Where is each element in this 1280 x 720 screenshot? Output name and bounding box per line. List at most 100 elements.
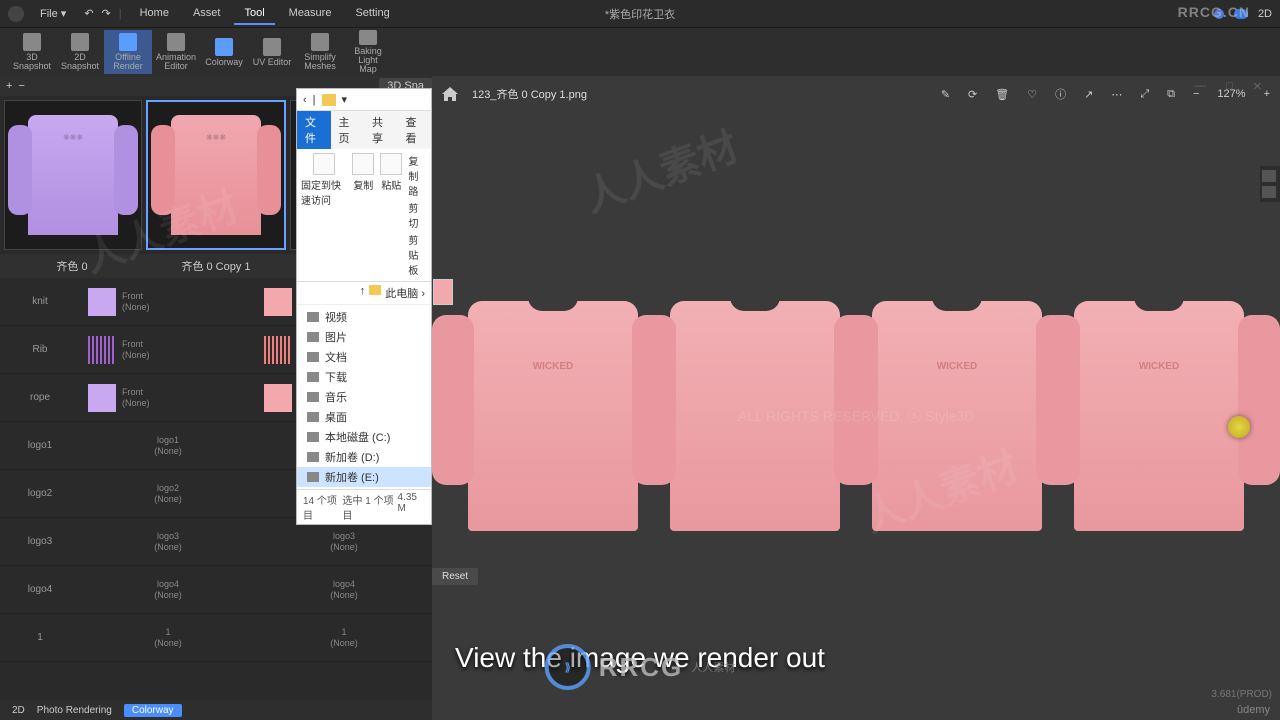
ribbon-tab[interactable]: 查看: [398, 111, 432, 149]
row-label: logo3: [0, 518, 80, 565]
window-control[interactable]: ✕: [1253, 80, 1262, 93]
color-swatch[interactable]: [88, 336, 116, 364]
colorway-thumb[interactable]: ❋❋❋: [4, 100, 142, 250]
material-row-1[interactable]: 11(None)1(None): [0, 614, 432, 662]
mode-2d-label[interactable]: 2D: [1258, 8, 1272, 20]
color-swatch[interactable]: [264, 336, 292, 364]
center-logo: ⟫ RRCG 人人素材: [545, 644, 736, 690]
window-control[interactable]: □: [1226, 80, 1233, 93]
drive-item[interactable]: 下载: [297, 367, 431, 387]
home-icon[interactable]: [442, 87, 458, 101]
breadcrumb-path[interactable]: 此电脑 ›: [385, 285, 425, 301]
material-row-logo4[interactable]: logo4logo4(None)logo4(None): [0, 566, 432, 614]
colorway-tab[interactable]: Colorway: [124, 704, 182, 717]
row-cell[interactable]: logo1(None): [80, 422, 256, 469]
tool-offline-render[interactable]: Offline Render: [104, 30, 152, 74]
list-icon[interactable]: [1262, 186, 1276, 198]
row-cell[interactable]: Front(None): [80, 326, 256, 373]
viewer-action-icon[interactable]: ⧉: [1167, 88, 1175, 101]
drive-icon: [307, 432, 319, 442]
menu-setting[interactable]: Setting: [345, 3, 399, 25]
grid-icon[interactable]: [1262, 170, 1276, 182]
copy-path[interactable]: 复制路: [408, 153, 427, 198]
back-icon[interactable]: ‹: [303, 94, 307, 106]
file-preview-icon: [433, 279, 453, 305]
menu-tool[interactable]: Tool: [234, 3, 274, 25]
tool-animation-editor[interactable]: Animation Editor: [152, 30, 200, 74]
undo-icon[interactable]: ↶: [84, 7, 93, 20]
paste-button[interactable]: 粘贴: [380, 153, 402, 192]
cursor-highlight-icon: [1228, 416, 1250, 438]
ribbon-tab[interactable]: 文件: [297, 111, 331, 149]
tool-uv-editor[interactable]: UV Editor: [248, 30, 296, 74]
menu-asset[interactable]: Asset: [183, 3, 231, 25]
dropdown-icon[interactable]: ▾: [342, 93, 348, 106]
tool-baking-light-map[interactable]: Baking Light Map: [344, 30, 392, 74]
viewer-action-icon[interactable]: ↗: [1084, 88, 1093, 101]
drive-item[interactable]: 音乐: [297, 387, 431, 407]
viewer-action-icon[interactable]: ⤢: [1140, 88, 1149, 101]
ribbon: 固定到快 速访问 复制 粘贴 复制路 剪切 剪贴板: [297, 149, 431, 282]
up-icon[interactable]: ↑: [360, 285, 366, 301]
right-toggle[interactable]: [1260, 166, 1280, 202]
row-cell[interactable]: logo4(None): [256, 566, 432, 613]
photo-rendering-tab[interactable]: Photo Rendering: [37, 705, 112, 716]
drive-item[interactable]: 图片: [297, 327, 431, 347]
mode-2d[interactable]: 2D: [12, 705, 25, 716]
colorway-name[interactable]: 齐色 0: [0, 254, 144, 278]
ribbon-tab[interactable]: 共享: [364, 111, 398, 149]
window-control[interactable]: —: [1195, 80, 1206, 93]
breadcrumb[interactable]: ↑ 此电脑 ›: [297, 282, 431, 305]
ribbon-tab[interactable]: 主页: [331, 111, 365, 149]
row-cell[interactable]: Front(None): [80, 278, 256, 325]
color-swatch[interactable]: [264, 384, 292, 412]
color-swatch[interactable]: [88, 288, 116, 316]
viewer-action-icon[interactable]: 🗑: [995, 88, 1009, 101]
drive-item[interactable]: 文档: [297, 347, 431, 367]
row-cell[interactable]: logo4(None): [80, 566, 256, 613]
add-colorway-button[interactable]: +: [6, 80, 12, 92]
drive-list: 视频图片文档下载音乐桌面本地磁盘 (C:)新加卷 (D:)新加卷 (E:): [297, 305, 431, 489]
viewer-action-icon[interactable]: ♡: [1027, 88, 1037, 101]
viewer-action-icon[interactable]: ⟳: [968, 88, 977, 101]
address-bar[interactable]: ‹ | ▾: [297, 89, 431, 111]
row-cell[interactable]: 1(None): [80, 614, 256, 661]
material-row-logo3[interactable]: logo3logo3(None)logo3(None): [0, 518, 432, 566]
item-count: 14 个项目: [303, 492, 343, 522]
remove-colorway-button[interactable]: −: [18, 80, 24, 92]
viewer-body[interactable]: WICKED WICKED WICKED ALL RIGHTS RESERVED…: [432, 112, 1280, 720]
viewer-action-icon[interactable]: ✎: [941, 88, 950, 101]
drive-item[interactable]: 桌面: [297, 407, 431, 427]
copy-button[interactable]: 复制: [352, 153, 374, 192]
viewer-action-icon[interactable]: ⓘ: [1055, 86, 1066, 102]
cut[interactable]: 剪切: [408, 200, 427, 230]
file-menu[interactable]: File ▾: [32, 5, 74, 22]
colorway-name[interactable]: 齐色 0 Copy 1: [144, 254, 288, 278]
color-swatch[interactable]: [88, 384, 116, 412]
tool--d-snapshot[interactable]: 2D Snapshot: [56, 30, 104, 74]
drive-item[interactable]: 新加卷 (D:): [297, 447, 431, 467]
viewer-toolbar: 123_齐色 0 Copy 1.png ✎⟳🗑♡ⓘ↗⋯⤢⧉−127%+: [432, 76, 1280, 112]
color-swatch[interactable]: [264, 288, 292, 316]
tool-simplify-meshes[interactable]: Simplify Meshes: [296, 30, 344, 74]
drive-item[interactable]: 新加卷 (E:): [297, 467, 431, 487]
menu-home[interactable]: Home: [130, 3, 179, 25]
redo-icon[interactable]: ↷: [102, 7, 111, 20]
menu-measure[interactable]: Measure: [279, 3, 342, 25]
row-cell[interactable]: logo3(None): [256, 518, 432, 565]
row-cell[interactable]: Front(None): [80, 374, 256, 421]
tool-icon: [359, 30, 377, 45]
colorway-thumb[interactable]: ❋❋❋: [146, 100, 286, 250]
row-cell[interactable]: logo3(None): [80, 518, 256, 565]
drive-item[interactable]: 视频: [297, 307, 431, 327]
tool--d-snapshot[interactable]: 3D Snapshot: [8, 30, 56, 74]
tool-label: UV Editor: [253, 58, 292, 67]
viewer-action-icon[interactable]: ⋯: [1111, 88, 1122, 101]
row-cell[interactable]: 1(None): [256, 614, 432, 661]
tool-colorway[interactable]: Colorway: [200, 30, 248, 74]
reset-button[interactable]: Reset: [432, 568, 478, 585]
drive-item[interactable]: 本地磁盘 (C:): [297, 427, 431, 447]
row-cell[interactable]: logo2(None): [80, 470, 256, 517]
pin-button[interactable]: 固定到快 速访问: [301, 153, 346, 207]
selected-count: 选中 1 个项目: [343, 492, 398, 522]
